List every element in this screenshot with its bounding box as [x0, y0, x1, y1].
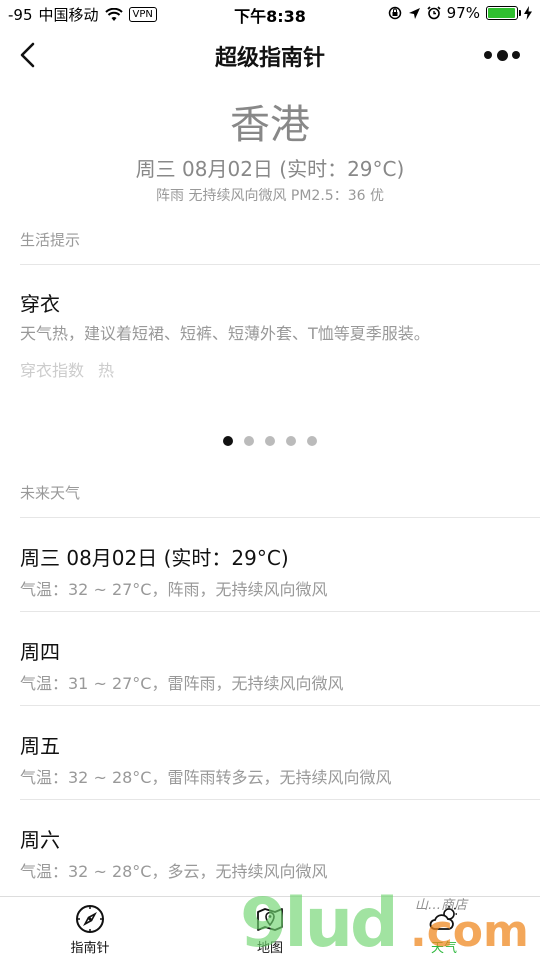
pager-dot[interactable]	[223, 436, 233, 446]
status-right: 97%	[388, 4, 532, 22]
forecast-day: 周六	[20, 828, 60, 852]
forecast-item: 周三 08月02日 (实时：29°C) 气温：32 ~ 27°C，阵雨，无持续风…	[0, 518, 540, 612]
life-tips-label: 生活提示	[20, 231, 81, 249]
forecast-desc: 气温：31 ~ 27°C，雷阵雨，无持续风向微风	[20, 674, 344, 693]
tip-index: 穿衣指数热	[20, 357, 114, 381]
more-dot-icon	[484, 51, 492, 59]
battery-percent: 97%	[446, 4, 480, 22]
forecast-desc: 气温：32 ~ 27°C，阵雨，无持续风向微风	[20, 580, 328, 599]
current-conditions: 阵雨 无持续风向微风 PM2.5：36 优	[156, 188, 384, 204]
tab-weather[interactable]: 天气	[394, 903, 494, 956]
tab-label: 天气	[430, 941, 457, 956]
forecast-label: 未来天气	[20, 484, 81, 502]
more-dot-icon	[512, 51, 520, 59]
tip-title: 穿衣	[20, 292, 60, 316]
status-bar: -95 中国移动 VPN 下午8:38 97%	[0, 0, 540, 28]
tab-map[interactable]: 地图	[220, 903, 320, 956]
forecast-item: 周四 气温：31 ~ 27°C，雷阵雨，无持续风向微风	[0, 612, 540, 706]
pager-dot[interactable]	[307, 436, 317, 446]
forecast-desc: 气温：32 ~ 28°C，多云，无持续风向微风	[20, 862, 328, 881]
battery-tip	[519, 10, 521, 16]
pager-dot[interactable]	[265, 436, 275, 446]
forecast-desc: 气温：32 ~ 28°C，雷阵雨转多云，无持续风向微风	[20, 768, 392, 787]
rotation-lock-icon	[388, 6, 401, 20]
charging-bolt-icon	[524, 6, 532, 20]
current-date-temp: 周三 08月02日 (实时：29°C)	[135, 157, 405, 181]
forecast-day: 周五	[20, 734, 60, 758]
map-icon	[257, 908, 283, 931]
tip-index-label: 穿衣指数	[20, 361, 85, 380]
nav-bar: 超级指南针	[0, 28, 540, 82]
tip-description: 天气热，建议着短裙、短裤、短薄外套、T恤等夏季服装。	[20, 324, 430, 343]
tab-label: 指南针	[70, 941, 110, 956]
tab-bar: 指南针 地图 天气	[0, 896, 540, 960]
forecast-day: 周四	[20, 640, 60, 664]
tab-compass[interactable]: 指南针	[40, 903, 140, 956]
battery-icon	[486, 6, 521, 20]
more-menu-button[interactable]	[484, 46, 520, 64]
weather-icon	[429, 906, 457, 930]
battery-level	[488, 8, 516, 18]
pager-dot[interactable]	[244, 436, 254, 446]
location-arrow-icon	[408, 7, 420, 19]
compass-icon	[76, 905, 104, 933]
page-title: 超级指南针	[214, 46, 325, 71]
city-name: 香港	[230, 102, 310, 148]
forecast-item: 周六 气温：32 ~ 28°C，多云，无持续风向微风	[0, 800, 540, 894]
more-dot-icon	[496, 49, 508, 61]
carousel-pager[interactable]	[0, 436, 540, 446]
forecast-day: 周三 08月02日 (实时：29°C)	[20, 546, 289, 570]
tab-label: 地图	[256, 941, 283, 956]
alarm-icon	[427, 6, 441, 20]
pager-dot[interactable]	[286, 436, 296, 446]
divider	[20, 264, 540, 265]
tip-index-value: 热	[98, 361, 115, 380]
forecast-item: 周五 气温：32 ~ 28°C，雷阵雨转多云，无持续风向微风	[0, 706, 540, 800]
